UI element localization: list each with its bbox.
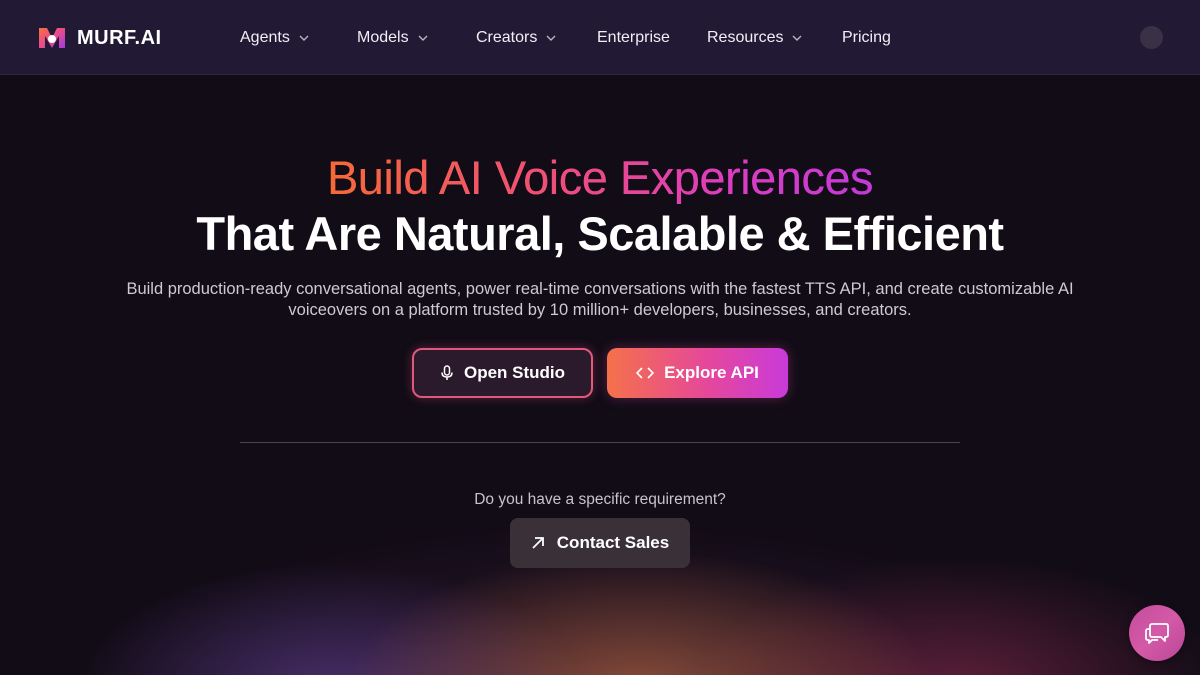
nav-item-models[interactable]: Models <box>357 27 428 49</box>
murf-logo-icon <box>39 28 65 48</box>
nav-item-enterprise[interactable]: Enterprise <box>597 27 670 49</box>
explore-api-label: Explore API <box>664 363 759 382</box>
nav-item-agents[interactable]: Agents <box>240 27 309 49</box>
arrow-up-right-icon <box>532 537 544 549</box>
hero-subtitle: Build production-ready conversational ag… <box>126 280 1074 319</box>
chevron-down-icon <box>418 35 428 41</box>
microphone-icon <box>441 365 453 380</box>
background-glow <box>0 0 1200 675</box>
nav-item-label: Resources <box>707 29 784 46</box>
hero-headline-gradient-text: Build AI Voice Experiences <box>326 151 874 204</box>
chevron-down-icon <box>792 35 802 41</box>
nav-item-resources[interactable]: Resources <box>707 27 802 49</box>
nav-item-pricing[interactable]: Pricing <box>842 27 891 49</box>
top-navbar: MURF.AI Agents Models Creators Enterpris… <box>0 0 1200 75</box>
code-brackets-icon <box>636 367 655 379</box>
nav-item-label: Enterprise <box>597 29 670 46</box>
open-studio-button[interactable]: Open Studio <box>412 348 593 398</box>
requirement-question: Do you have a specific requirement? <box>474 491 726 508</box>
explore-api-button[interactable]: Explore API <box>607 348 788 398</box>
chat-widget-button[interactable] <box>1129 605 1185 661</box>
nav-item-label: Agents <box>240 29 290 46</box>
avatar[interactable] <box>1140 26 1163 49</box>
nav-item-creators[interactable]: Creators <box>476 27 556 49</box>
chevron-down-icon <box>546 35 556 41</box>
nav-item-label: Models <box>357 29 409 46</box>
chevron-down-icon <box>299 35 309 41</box>
open-studio-label: Open Studio <box>463 363 566 382</box>
brand-name: MURF.AI <box>77 26 162 49</box>
contact-sales-button[interactable]: Contact Sales <box>510 518 690 568</box>
logo[interactable]: MURF.AI <box>37 24 162 52</box>
section-divider <box>240 442 960 443</box>
hero-headline-gradient: Build AI Voice Experiences <box>0 150 1200 205</box>
nav-item-label: Pricing <box>842 29 891 46</box>
hero-headline-white: That Are Natural, Scalable & Efficient <box>196 207 1004 260</box>
chat-bubbles-icon <box>1145 623 1169 644</box>
contact-sales-label: Contact Sales <box>556 533 670 552</box>
nav-item-label: Creators <box>476 29 538 46</box>
